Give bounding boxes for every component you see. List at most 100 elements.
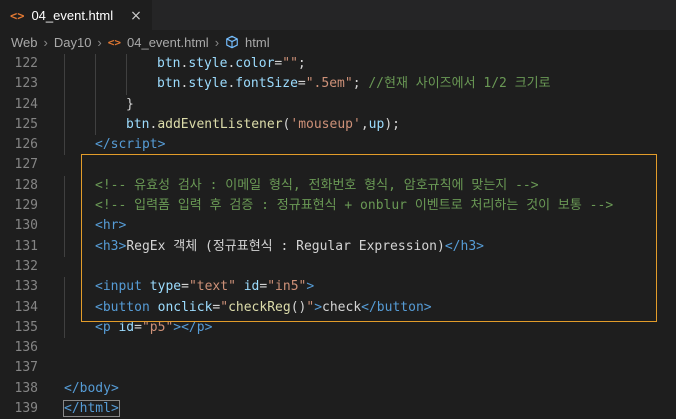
code-line[interactable]: 136 [0, 338, 676, 358]
line-number: 139 [14, 401, 38, 417]
cube-icon [226, 35, 238, 49]
code-token: > [157, 137, 166, 153]
html-file-icon: <> [107, 35, 122, 49]
code-line[interactable]: 133 <input type="text" id="in5"> [0, 277, 676, 298]
code-text: } [126, 95, 134, 115]
code-line[interactable]: 132 [0, 257, 676, 277]
line-number: 129 [14, 198, 38, 214]
code-line[interactable]: 123 btn.style.fontSize=".5em"; //현재 사이즈에서… [0, 74, 676, 95]
code-text: </body> [64, 379, 119, 399]
code-line[interactable]: 130 <hr> [0, 216, 676, 237]
code-token: btn [126, 116, 150, 132]
code-text: btn.addEventListener('mouseup',up); [126, 115, 400, 135]
line-number: 125 [14, 116, 38, 132]
code-token: checkReg [228, 299, 291, 315]
code-line[interactable]: 122 btn.style.color=""; [0, 54, 676, 75]
code-token: > [306, 279, 315, 295]
code-token: check [322, 299, 362, 315]
code-editor[interactable]: 122 btn.style.color=""; 123 btn.style.fontS… [0, 54, 676, 419]
code-token: = [134, 319, 142, 335]
indent-guide [64, 236, 65, 257]
indent-guide [64, 297, 65, 318]
code-token: ; [352, 76, 369, 92]
indent-guide [64, 114, 65, 136]
breadcrumb-item-day10[interactable]: Day10 [54, 35, 92, 50]
code-line[interactable]: 126 </script> [0, 135, 676, 156]
code-token: </html> [63, 400, 120, 418]
code-token: </h3> [444, 238, 484, 254]
indent-guide [64, 54, 65, 75]
indent-guide [64, 317, 65, 339]
code-token: = [297, 76, 306, 92]
line-number: 128 [14, 177, 38, 193]
breadcrumb-item-html[interactable]: html [245, 35, 270, 50]
line-number: 132 [14, 258, 38, 274]
indent-guide [64, 94, 65, 115]
indent-guide [95, 74, 96, 95]
indent-guide [95, 114, 96, 136]
code-line[interactable]: 139 </html> [0, 399, 676, 419]
code-token: type [149, 279, 182, 295]
line-number: 138 [14, 380, 38, 396]
line-number: 136 [14, 340, 38, 356]
indent-guide [64, 175, 65, 197]
line-number: 131 [14, 238, 38, 254]
code-token: onclick [157, 299, 213, 315]
code-token: " [306, 299, 315, 315]
indent-guide [64, 135, 65, 156]
code-token: ".5em" [305, 76, 353, 92]
indent-guide [64, 216, 65, 237]
code-line[interactable]: 134 <button onclick="checkReg()">check</b… [0, 297, 676, 318]
code-text: <input type="text" id="in5"> [95, 277, 314, 297]
tab-bar: <> 04_event.html × [0, 0, 676, 30]
code-line[interactable]: 124} [0, 94, 676, 115]
code-line[interactable]: 125 btn.addEventListener('mouseup',up); [0, 114, 676, 136]
chevron-right-icon: › [97, 34, 102, 50]
code-text: <!-- 입력폼 입력 후 검증 : 정규표현식 + onblur 이벤트로 처… [95, 196, 613, 216]
breadcrumb-item-web[interactable]: Web [11, 35, 38, 50]
code-token: , [360, 116, 369, 132]
code-token: "p5" [141, 319, 174, 335]
code-text: <hr> [95, 216, 126, 236]
code-token: <h3> [95, 238, 127, 254]
code-line[interactable]: 128 <!-- 유효성 검사 : 이메일 형식, 전화번호 형식, 암호규칙에 … [0, 175, 676, 197]
code-line[interactable]: 127 [0, 155, 676, 175]
code-text: <h3>RegEx 객체 (정규표현식 : Regular Expression… [95, 237, 484, 257]
code-token: color [235, 56, 275, 71]
line-number: 126 [14, 137, 38, 153]
code-token: </button> [361, 299, 432, 315]
breadcrumb-item-file[interactable]: 04_event.html [127, 35, 209, 50]
code-line[interactable]: 131 <h3>RegEx 객체 (정규표현식 : Regular Express… [0, 236, 676, 257]
code-line[interactable]: 135 <p id="p5"></p> [0, 317, 676, 339]
code-token: <!-- 입력폼 입력 후 검증 : 정규표현식 + onblur 이벤트로 처… [95, 198, 614, 214]
line-number: 124 [14, 96, 38, 112]
code-line[interactable]: 137 [0, 358, 676, 378]
code-token: style [188, 76, 228, 92]
code-line[interactable]: 138 </body> [0, 379, 676, 399]
code-token: script [110, 137, 158, 153]
line-number: 135 [14, 319, 38, 335]
code-token: up [368, 116, 385, 132]
code-text: <p id="p5"></p> [95, 318, 212, 338]
tab-04-event-html[interactable]: <> 04_event.html × [0, 0, 152, 30]
code-token: </ [95, 137, 111, 153]
code-line[interactable]: 129 <!-- 입력폼 입력 후 검증 : 정규표현식 + onblur 이벤트… [0, 196, 676, 217]
code-token: > [314, 299, 323, 315]
close-icon[interactable]: × [130, 8, 142, 24]
tab-title: 04_event.html [31, 8, 114, 23]
code-token: <input [95, 279, 150, 295]
code-token: ; [297, 56, 306, 71]
line-number: 122 [14, 56, 38, 71]
chevron-right-icon: › [214, 34, 220, 50]
line-number: 134 [14, 299, 38, 315]
code-token: <hr> [95, 218, 127, 234]
code-token: RegEx 객체 (정규표현식 : Regular Expression) [126, 238, 445, 254]
code-token: <p [95, 319, 119, 335]
code-token: id [243, 279, 260, 295]
code-text: <!-- 유효성 검사 : 이메일 형식, 전화번호 형식, 암호규칙에 맞는지… [95, 176, 539, 196]
code-text: btn.style.fontSize=".5em"; //현재 사이즈에서 1/… [157, 74, 551, 94]
code-token: id [118, 319, 135, 335]
indent-guide [64, 74, 65, 95]
indent-guide [126, 54, 127, 75]
indent-guide [64, 196, 65, 217]
